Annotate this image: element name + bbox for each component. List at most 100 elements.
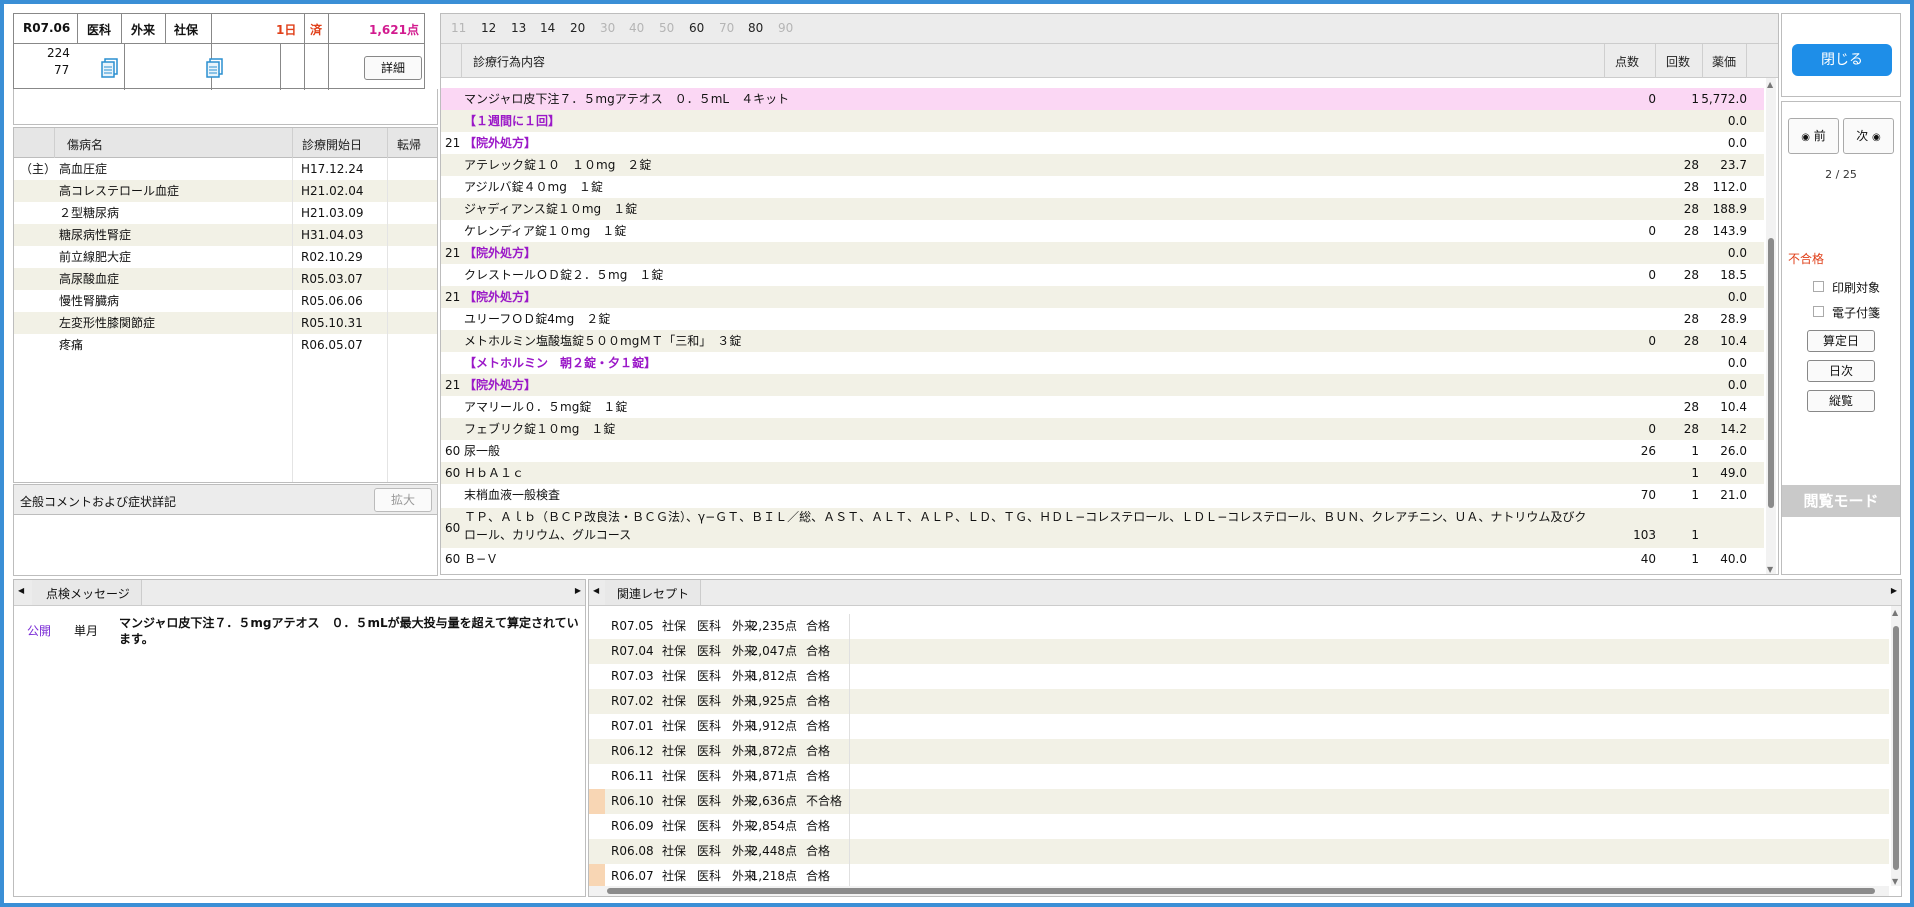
disease-row[interactable]: 高コレステロール血症 H21.02.04 [14, 180, 437, 202]
related-insurance: 社保 [662, 719, 687, 733]
tab-related[interactable]: 関連レセプト [605, 580, 701, 605]
chevron-right-icon[interactable]: ▶ [575, 586, 581, 595]
treatment-count: 28 [1683, 268, 1699, 282]
treatment-row[interactable]: 21 【院外処方】 0.0 [441, 242, 1764, 264]
treatment-price: 49.0 [1720, 466, 1747, 480]
treatment-row[interactable]: 60 尿一般 26 1 26.0 [441, 440, 1764, 462]
related-row[interactable]: R06.11 社保 医科 外来 1,871点 合格 [589, 764, 1889, 789]
document-icon[interactable] [206, 58, 224, 78]
tab-messages[interactable]: 点検メッセージ [32, 580, 142, 605]
expand-button[interactable]: 拡大 [374, 488, 432, 512]
comment-textarea[interactable] [14, 515, 437, 575]
close-button[interactable]: 閉じる [1792, 44, 1892, 76]
disease-row[interactable]: （主） 高血圧症 H17.12.24 [14, 158, 437, 180]
message-scope[interactable]: 公開 [27, 622, 51, 639]
treatment-code: 21 [445, 290, 461, 304]
related-row[interactable]: R07.02 社保 医科 外来 1,925点 合格 [589, 689, 1889, 714]
code-filter-12[interactable]: 12 [481, 21, 496, 35]
related-row[interactable]: R07.05 社保 医科 外来 2,235点 合格 [589, 614, 1889, 639]
document-icon[interactable] [101, 58, 119, 78]
code-filter-14[interactable]: 14 [540, 21, 555, 35]
treatment-row[interactable]: ユリーフＯＤ錠4mg ２錠 28 28.9 [441, 308, 1764, 330]
code-filter-90[interactable]: 90 [778, 21, 793, 35]
scrollbar-thumb[interactable] [607, 888, 1875, 894]
related-row[interactable]: R07.01 社保 医科 外来 1,912点 合格 [589, 714, 1889, 739]
chevron-right-icon[interactable]: ▶ [1891, 586, 1897, 595]
treatment-row[interactable]: フェブリク錠１０mg １錠 0 28 14.2 [441, 418, 1764, 440]
treatment-row[interactable]: マンジャロ皮下注７．５mgアテオス ０．５mL ４キット 0 1 5,772.0 [441, 88, 1764, 110]
treatment-row-last[interactable]: 60 Ｂ−Ｖ 40 1 40.0 [441, 548, 1764, 570]
code-filter-30[interactable]: 30 [600, 21, 615, 35]
chevron-left-icon[interactable]: ◀ [593, 586, 599, 595]
treatment-row[interactable]: 【メトホルミン 朝２錠・夕１錠】 0.0 [441, 352, 1764, 374]
related-insurance: 社保 [662, 744, 687, 758]
related-points: 2,448点 [750, 844, 797, 858]
related-tab-label: 関連レセプト [617, 587, 690, 601]
code-filter-60[interactable]: 60 [689, 21, 704, 35]
chevron-left-icon[interactable]: ◀ [18, 586, 24, 595]
related-row[interactable]: R07.04 社保 医科 外来 2,047点 合格 [589, 639, 1889, 664]
disease-start-date: H31.04.03 [301, 228, 364, 242]
disease-row[interactable]: ２型糖尿病 H21.03.09 [14, 202, 437, 224]
treatment-row[interactable]: 末梢血液一般検査 70 1 21.0 [441, 484, 1764, 506]
treatment-row[interactable]: ケレンディア錠１０mg １錠 0 28 143.9 [441, 220, 1764, 242]
code-filter-11[interactable]: 11 [451, 21, 466, 35]
treatment-row[interactable]: メトホルミン塩酸塩錠５００mgＭＴ「三和」 ３錠 0 28 10.4 [441, 330, 1764, 352]
treatment-row[interactable]: アジルバ錠４０mg １錠 28 112.0 [441, 176, 1764, 198]
related-month: R07.05 [611, 619, 654, 633]
code-filter-80[interactable]: 80 [748, 21, 763, 35]
code-filter-bar: 11 12 13 14 20 30 40 50 60 70 80 90 [441, 14, 1778, 44]
disease-row[interactable]: 慢性腎臓病 R05.06.06 [14, 290, 437, 312]
message-row[interactable]: 公開 単月 マンジャロ皮下注７．５mgアテオス ０．５mLが最大投与量を超えて算… [14, 614, 585, 654]
summary-visit: 外来 [131, 23, 156, 37]
treatment-price: 188.9 [1712, 202, 1747, 216]
treatment-count: 1 [1691, 466, 1699, 480]
treatment-points: 70 [1640, 488, 1656, 502]
related-points: 2,047点 [750, 644, 797, 658]
treatment-row[interactable]: クレストールＯＤ錠２．５mg １錠 0 28 18.5 [441, 264, 1764, 286]
treatment-row[interactable]: 21 【院外処方】 0.0 [441, 132, 1764, 154]
treatment-row[interactable]: 【１週間に１回】 0.0 [441, 110, 1764, 132]
treatment-scrollbar[interactable]: ▲ ▼ [1766, 78, 1776, 574]
calc-day-button[interactable]: 算定日 [1807, 330, 1875, 352]
disease-row[interactable]: 左変形性膝関節症 R05.10.31 [14, 312, 437, 334]
next-button[interactable]: 次 ◉ [1843, 118, 1894, 154]
disease-row[interactable]: 疼痛 R06.05.07 [14, 334, 437, 356]
sticky-checkbox[interactable] [1813, 306, 1824, 317]
treatment-row[interactable]: アテレック錠１０ １０mg ２錠 28 23.7 [441, 154, 1764, 176]
code-filter-50[interactable]: 50 [659, 21, 674, 35]
related-row[interactable]: R06.09 社保 医科 外来 2,854点 合格 [589, 814, 1889, 839]
treatment-row[interactable]: アマリール０．５mg錠 １錠 28 10.4 [441, 396, 1764, 418]
related-result: 合格 [806, 694, 831, 708]
daily-button[interactable]: 日次 [1807, 360, 1875, 382]
code-filter-20[interactable]: 20 [570, 21, 585, 35]
related-scrollbar[interactable]: ▲ ▼ [1891, 606, 1901, 886]
treatment-list: マンジャロ皮下注７．５mgアテオス ０．５mL ４キット 0 1 5,772.0 【１週… [441, 88, 1764, 506]
disease-row[interactable]: 高尿酸血症 R05.03.07 [14, 268, 437, 290]
treatment-row[interactable]: 21 【院外処方】 0.0 [441, 286, 1764, 308]
related-row[interactable]: R06.12 社保 医科 外来 1,872点 合格 [589, 739, 1889, 764]
related-row[interactable]: R07.03 社保 医科 外来 1,812点 合格 [589, 664, 1889, 689]
disease-row[interactable]: 前立線肥大症 R02.10.29 [14, 246, 437, 268]
code-filter-13[interactable]: 13 [511, 21, 526, 35]
treatment-row[interactable]: ジャディアンス錠１０mg １錠 28 188.9 [441, 198, 1764, 220]
code-filter-40[interactable]: 40 [629, 21, 644, 35]
treatment-header-price: 薬価 [1712, 55, 1737, 69]
print-checkbox[interactable] [1813, 281, 1824, 292]
scrollbar-thumb[interactable] [1893, 626, 1899, 870]
treatment-price: 143.9 [1712, 224, 1747, 238]
related-hscrollbar[interactable] [589, 886, 1889, 896]
treatment-row[interactable]: 60 ＨｂＡ１ｃ 1 49.0 [441, 462, 1764, 484]
prev-button[interactable]: ◉ 前 [1788, 118, 1839, 154]
scrollbar-thumb[interactable] [1768, 238, 1774, 508]
detail-button[interactable]: 詳細 [364, 56, 422, 80]
disease-start-date: R02.10.29 [301, 250, 363, 264]
related-row[interactable]: R06.10 社保 医科 外来 2,636点 不合格 [589, 789, 1889, 814]
vertical-button[interactable]: 縦覧 [1807, 390, 1875, 412]
disease-row[interactable]: 糖尿病性腎症 H31.04.03 [14, 224, 437, 246]
related-row[interactable]: R06.08 社保 医科 外来 2,448点 合格 [589, 839, 1889, 864]
related-dept: 医科 [697, 694, 722, 708]
treatment-row-long[interactable]: 60 ＴＰ、Ａｌｂ（ＢＣＰ改良法・ＢＣＧ法）、γ−ＧＴ、ＢＩＬ／総、ＡＳＴ、ＡＬ… [441, 508, 1764, 548]
treatment-row[interactable]: 21 【院外処方】 0.0 [441, 374, 1764, 396]
code-filter-70[interactable]: 70 [719, 21, 734, 35]
